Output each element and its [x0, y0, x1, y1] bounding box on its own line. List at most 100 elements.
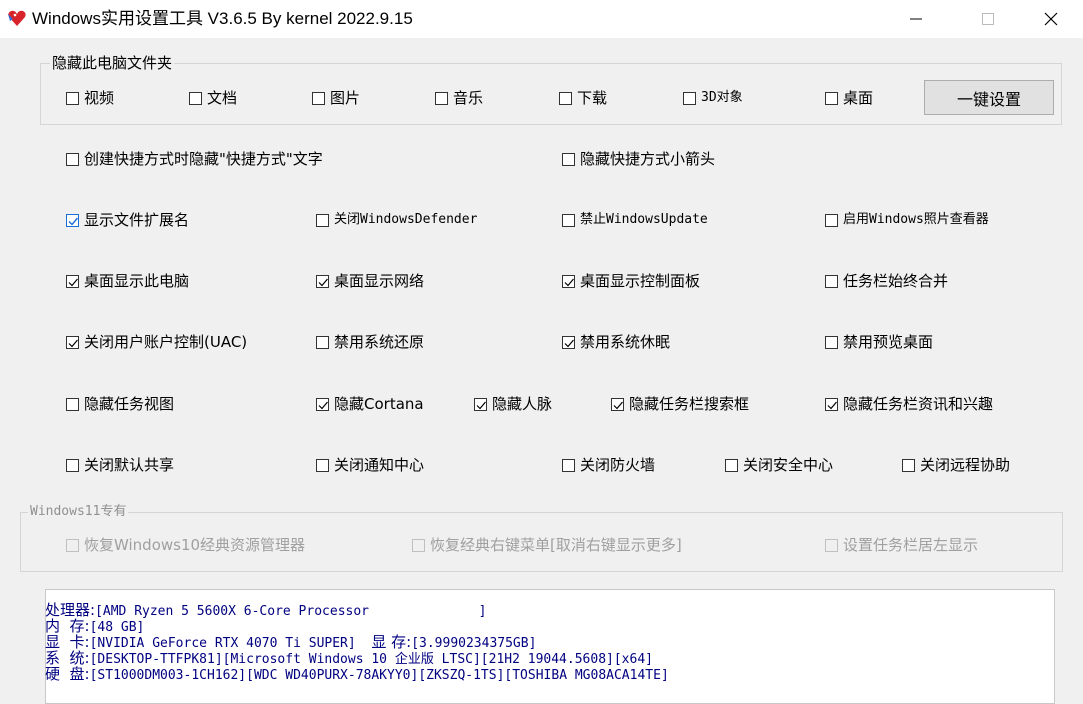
checkbox-close-notify[interactable]: 关闭通知中心: [316, 455, 424, 475]
checkbox-box[interactable]: [316, 213, 329, 227]
minimize-icon: [910, 18, 922, 20]
checkbox-video[interactable]: 视频: [66, 88, 114, 108]
checkbox-box[interactable]: [66, 152, 79, 166]
checkbox-disable-update[interactable]: 禁止WindowsUpdate: [562, 210, 708, 230]
checkbox-classic-context-menu[interactable]: 恢复经典右键菜单[取消右键显示更多]: [412, 535, 682, 555]
checkbox-box[interactable]: [562, 335, 575, 349]
one-key-setup-button[interactable]: 一键设置: [924, 80, 1054, 115]
checkbox-label: 文档: [207, 89, 238, 107]
checkbox-desktop-control-panel[interactable]: 桌面显示控制面板: [562, 271, 700, 291]
checkbox-box[interactable]: [474, 397, 487, 411]
checkbox-label: 任务栏始终合并: [843, 272, 949, 290]
checkbox-3d-objects[interactable]: 3D对象: [683, 88, 743, 108]
checkbox-hide-search[interactable]: 隐藏任务栏搜索框: [611, 394, 749, 414]
info-value: [ST1000DM003-1CH162][WDC WD40PURX-78AKYY…: [89, 668, 669, 683]
checkbox-box[interactable]: [312, 91, 325, 105]
info-value: [48 GB]: [89, 620, 145, 635]
checkbox-taskbar-merge[interactable]: 任务栏始终合并: [825, 271, 948, 291]
checkbox-hide-cortana[interactable]: 隐藏Cortana: [316, 394, 424, 414]
checkbox-label: 关闭远程协助: [920, 456, 1011, 474]
close-button[interactable]: [1028, 0, 1074, 38]
checkbox-label: 禁用预览桌面: [843, 333, 934, 351]
checkbox-downloads[interactable]: 下载: [559, 88, 607, 108]
checkbox-disable-restore[interactable]: 禁用系统还原: [316, 332, 424, 352]
checkbox-box[interactable]: [316, 458, 329, 472]
checkbox-box[interactable]: [825, 213, 838, 227]
checkbox-box[interactable]: [189, 91, 202, 105]
checkbox-box[interactable]: [316, 274, 329, 288]
checkbox-desktop-this-pc[interactable]: 桌面显示此电脑: [66, 271, 189, 291]
checkbox-box[interactable]: [825, 91, 838, 105]
checkbox-show-extension[interactable]: 显示文件扩展名: [66, 210, 189, 230]
checkbox-disable-hibernate[interactable]: 禁用系统休眠: [562, 332, 670, 352]
checkbox-box[interactable]: [825, 397, 838, 411]
checkbox-close-uac[interactable]: 关闭用户账户控制(UAC): [66, 332, 247, 352]
info-value: [DESKTOP-TTFPK81][Microsoft Windows 10 企…: [89, 652, 653, 667]
checkbox-box[interactable]: [412, 538, 425, 552]
checkbox-hide-news[interactable]: 隐藏任务栏资讯和兴趣: [825, 394, 993, 414]
checkbox-documents[interactable]: 文档: [189, 88, 237, 108]
checkbox-close-firewall[interactable]: 关闭防火墙: [562, 455, 655, 475]
checkbox-box[interactable]: [562, 152, 575, 166]
checkbox-taskbar-left[interactable]: 设置任务栏居左显示: [825, 535, 978, 555]
checkbox-hide-shortcut-text[interactable]: 创建快捷方式时隐藏"快捷方式"文字: [66, 149, 323, 169]
checkbox-box[interactable]: [66, 213, 79, 227]
checkbox-label: 设置任务栏居左显示: [843, 536, 979, 554]
checkbox-classic-explorer[interactable]: 恢复Windows10经典资源管理器: [66, 535, 305, 555]
checkbox-label: 图片: [330, 89, 361, 107]
checkbox-box[interactable]: [435, 91, 448, 105]
checkbox-label: 桌面: [843, 89, 874, 107]
checkbox-pictures[interactable]: 图片: [312, 88, 360, 108]
checkbox-box[interactable]: [562, 274, 575, 288]
checkbox-label: 隐藏快捷方式小箭头: [580, 150, 716, 168]
checkbox-desktop-network[interactable]: 桌面显示网络: [316, 271, 424, 291]
checkbox-box[interactable]: [66, 91, 79, 105]
checkbox-photo-viewer[interactable]: 启用Windows照片查看器: [825, 210, 989, 230]
info-label: 显 存:: [371, 633, 412, 651]
checkbox-label: 禁止WindowsUpdate: [580, 212, 708, 227]
checkbox-box[interactable]: [66, 397, 79, 411]
checkbox-close-remote[interactable]: 关闭远程协助: [902, 455, 1010, 475]
checkbox-box[interactable]: [316, 335, 329, 349]
checkbox-disable-preview[interactable]: 禁用预览桌面: [825, 332, 933, 352]
checkbox-label: 音乐: [453, 89, 484, 107]
checkbox-close-defender[interactable]: 关闭WindowsDefender: [316, 210, 477, 230]
checkbox-label: 显示文件扩展名: [84, 211, 190, 229]
checkbox-box[interactable]: [825, 335, 838, 349]
maximize-button[interactable]: [965, 0, 1011, 38]
checkbox-box[interactable]: [562, 213, 575, 227]
checkbox-hide-taskview[interactable]: 隐藏任务视图: [66, 394, 174, 414]
checkbox-box[interactable]: [611, 397, 624, 411]
checkbox-box[interactable]: [902, 458, 915, 472]
checkbox-label: 关闭通知中心: [334, 456, 425, 474]
checkbox-label: 隐藏Cortana: [334, 395, 424, 413]
info-os: 系 统:[DESKTOP-TTFPK81][Microsoft Windows …: [45, 651, 653, 668]
checkbox-box[interactable]: [66, 538, 79, 552]
checkbox-box[interactable]: [66, 335, 79, 349]
info-value: [NVIDIA GeForce RTX 4070 Ti SUPER]: [89, 636, 356, 651]
checkbox-hide-people[interactable]: 隐藏人脉: [474, 394, 552, 414]
checkbox-label: 视频: [84, 89, 115, 107]
checkbox-close-share[interactable]: 关闭默认共享: [66, 455, 174, 475]
minimize-button[interactable]: [893, 0, 939, 38]
checkbox-box[interactable]: [683, 91, 696, 105]
info-value: [3.9990234375GB]: [411, 636, 537, 651]
checkbox-close-security[interactable]: 关闭安全中心: [725, 455, 833, 475]
checkbox-label: 隐藏任务栏资讯和兴趣: [843, 395, 994, 413]
check-icon: [68, 339, 78, 347]
checkbox-label: 隐藏人脉: [492, 395, 553, 413]
checkbox-hide-shortcut-arrow[interactable]: 隐藏快捷方式小箭头: [562, 149, 715, 169]
checkbox-desktop[interactable]: 桌面: [825, 88, 873, 108]
checkbox-box[interactable]: [725, 458, 738, 472]
checkbox-box[interactable]: [316, 397, 329, 411]
checkbox-box[interactable]: [559, 91, 572, 105]
checkbox-box[interactable]: [66, 274, 79, 288]
checkbox-label: 关闭防火墙: [580, 456, 656, 474]
checkbox-box[interactable]: [825, 274, 838, 288]
checkbox-box[interactable]: [825, 538, 838, 552]
checkbox-box[interactable]: [562, 458, 575, 472]
checkbox-box[interactable]: [66, 458, 79, 472]
checkbox-music[interactable]: 音乐: [435, 88, 483, 108]
checkbox-label: 隐藏任务视图: [84, 395, 175, 413]
info-value: [AMD Ryzen 5 5600X 6-Core Processor ]: [95, 604, 487, 619]
